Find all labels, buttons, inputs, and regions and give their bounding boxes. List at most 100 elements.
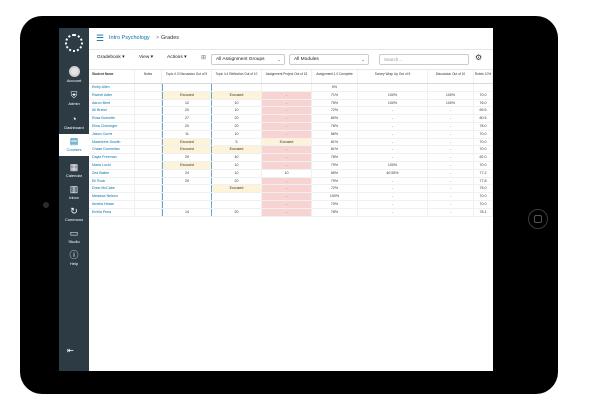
grade-cell[interactable]: - [358,115,428,122]
student-name-link[interactable]: Emily Allen [89,84,135,91]
grade-cell[interactable]: 76.0 [474,99,493,107]
grade-cell[interactable]: Excused [212,91,262,99]
column-header[interactable]: Student Name [89,70,135,83]
grade-cell[interactable]: - [262,193,312,200]
grade-cell[interactable]: 70.0 [474,138,493,146]
grade-cell[interactable]: Excused [262,138,312,146]
grade-cell[interactable]: 29 [162,154,212,161]
grade-cell[interactable]: - [428,201,474,208]
grade-cell[interactable]: 72% [312,107,358,115]
grade-cell[interactable] [162,185,212,193]
grade-cell[interactable]: - [428,169,474,177]
student-name-link[interactable]: Elisa Cheninger [89,123,135,130]
grade-cell[interactable]: - [428,107,474,115]
student-name-link[interactable]: Amelia Hesse [89,201,135,208]
grade-cell[interactable]: 66% [312,130,358,138]
grade-cell[interactable]: 77.2 [474,169,493,177]
nav-calendar[interactable]: ▦ Calendar [59,162,89,178]
student-name-link[interactable]: Dayle Freeman [89,154,135,161]
grade-cell[interactable]: - [262,115,312,122]
grade-cell[interactable]: 40.55% [358,169,428,177]
modules-select[interactable]: All Modules ⌄ [289,54,369,65]
view-menu[interactable]: View ▾ [139,55,153,60]
canvas-logo-icon[interactable] [65,34,83,52]
grade-cell[interactable]: Excused [212,185,262,193]
grade-cell[interactable]: 20 [212,208,262,216]
column-header[interactable]: Discussion Out of 10 [428,70,474,83]
grade-cell[interactable]: 81% [312,138,358,146]
student-name-link[interactable]: Rachel Adler [89,91,135,99]
assignment-groups-select[interactable]: All Assignment Groups ⌄ [211,54,285,65]
grade-cell[interactable]: 10 [212,99,262,107]
grade-cell[interactable]: 11 [162,130,212,138]
grade-cell[interactable] [212,193,262,200]
grade-cell[interactable]: 5 [212,138,262,146]
grade-cell[interactable]: 12 [162,99,212,107]
grade-cell[interactable]: - [262,130,312,138]
student-name-link[interactable]: Madeleine Dowlin [89,138,135,146]
nav-account[interactable]: Account [59,66,89,83]
column-header[interactable]: Survey Wrap Up Out of 5 [358,70,428,83]
grade-cell[interactable] [162,201,212,208]
nav-help[interactable]: ⓘ Help [59,250,89,266]
column-header[interactable]: Topic 4.3 Discussion Out of 5 [162,70,212,83]
grade-cell[interactable]: 65% [312,169,358,177]
grade-cell[interactable]: - [358,138,428,146]
column-header[interactable]: Assignment Project Out of 15 [262,70,312,83]
grade-cell[interactable]: - [358,107,428,115]
grade-cell[interactable]: Excused [212,146,262,154]
actions-menu[interactable]: Actions ▾ [167,55,186,60]
grade-cell[interactable]: - [358,123,428,130]
grade-cell[interactable]: Excused [162,162,212,169]
student-name-link[interactable]: Ali Brand [89,107,135,115]
grade-cell[interactable]: - [358,177,428,185]
grade-cell[interactable]: 80.5 [474,115,493,122]
grade-cell[interactable]: 79% [312,177,358,185]
grade-cell[interactable]: 29 [162,177,212,185]
grade-cell[interactable] [358,84,428,91]
grade-cell[interactable]: 0% [312,84,358,91]
grade-cell[interactable]: 24 [162,169,212,177]
nav-courses[interactable]: ▤ Courses [59,134,89,156]
grade-cell[interactable]: 10 [262,169,312,177]
grade-cell[interactable]: 71% [312,91,358,99]
student-name-link[interactable]: Maria Lucid [89,162,135,169]
grade-cell[interactable]: - [358,154,428,161]
nav-commons[interactable]: ↻ Commons [59,206,89,222]
grade-cell[interactable]: - [262,99,312,107]
grade-cell[interactable]: Excused [162,138,212,146]
grade-cell[interactable]: 40 [212,154,262,161]
student-name-link[interactable]: Emilia Pena [89,208,135,216]
grade-cell[interactable]: - [428,138,474,146]
grade-cell[interactable]: - [262,208,312,216]
nav-dashboard[interactable]: ◔ Dashboard [59,114,89,130]
grade-cell[interactable]: 70.0 [474,146,493,154]
student-name-link[interactable]: Aaron Bent [89,99,135,107]
grade-cell[interactable]: - [428,193,474,200]
grade-cell[interactable]: 78% [312,154,358,161]
hamburger-icon[interactable]: ☰ [96,33,104,44]
grade-cell[interactable]: 100% [358,99,428,107]
grade-cell[interactable]: - [262,107,312,115]
grade-cell[interactable]: - [262,91,312,99]
home-button[interactable] [528,209,548,229]
grade-cell[interactable] [428,84,474,91]
grade-cell[interactable]: - [358,208,428,216]
grade-cell[interactable] [262,84,312,91]
grade-cell[interactable]: - [428,115,474,122]
grade-cell[interactable]: - [428,185,474,193]
grade-cell[interactable]: - [358,193,428,200]
student-name-link[interactable]: Eli Rock [89,177,135,185]
grade-cell[interactable]: Excused [162,146,212,154]
grade-cell[interactable]: 70.0 [474,130,493,138]
grade-cell[interactable]: 20 [212,123,262,130]
grade-cell[interactable]: - [358,185,428,193]
student-name-link[interactable]: Jason Currie [89,130,135,138]
grade-cell[interactable]: 20 [212,115,262,122]
gear-icon[interactable]: ⚙ [475,53,482,62]
grade-cell[interactable] [212,84,262,91]
grade-cell[interactable]: 10 [212,130,262,138]
grade-cell[interactable]: Excused [162,91,212,99]
grade-cell[interactable]: - [262,162,312,169]
collapse-nav-icon[interactable]: ⇤ [67,346,74,355]
